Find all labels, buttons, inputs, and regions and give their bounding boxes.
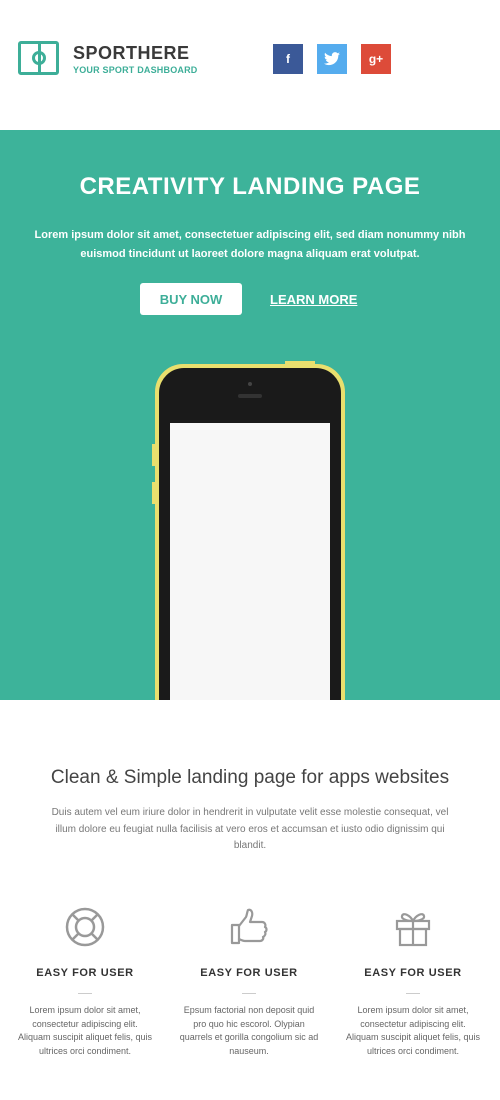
phone-mockup bbox=[152, 361, 345, 700]
feature-text: Lorem ipsum dolor sit amet, consectetur … bbox=[17, 1005, 153, 1056]
feature-title: EASY FOR USER bbox=[200, 967, 298, 979]
feature-card: EASY FOR USER Lorem ipsum dolor sit amet… bbox=[15, 905, 155, 1058]
section-text: Duis autem vel eum iriure dolor in hendr… bbox=[51, 807, 449, 851]
learn-more-link[interactable]: LEARN MORE bbox=[270, 283, 357, 315]
brand-name[interactable]: SPORTHERE bbox=[73, 43, 190, 64]
gift-icon bbox=[395, 913, 431, 947]
feature-card: EASY FOR USER Epsum factorial non deposi… bbox=[179, 905, 319, 1058]
hero-title: CREATIVITY LANDING PAGE bbox=[79, 173, 421, 200]
hero-text: Lorem ipsum dolor sit amet, consectetuer… bbox=[34, 229, 466, 260]
feature-text: Epsum factorial non deposit quid pro quo… bbox=[179, 1005, 319, 1056]
brand-tagline: YOUR SPORT DASHBOARD bbox=[73, 65, 198, 75]
divider bbox=[242, 993, 256, 994]
lifebuoy-icon bbox=[65, 907, 105, 947]
header: SPORTHERE YOUR SPORT DASHBOARD f g+ bbox=[0, 0, 500, 130]
divider bbox=[78, 993, 92, 994]
facebook-icon[interactable]: f bbox=[273, 44, 303, 74]
buy-now-button[interactable]: BUY NOW bbox=[140, 283, 242, 315]
thumbs-up-icon bbox=[230, 908, 268, 945]
feature-card: EASY FOR USER Lorem ipsum dolor sit amet… bbox=[343, 905, 483, 1058]
speaker-icon bbox=[238, 394, 262, 398]
feature-title: EASY FOR USER bbox=[36, 967, 134, 979]
logo-icon[interactable] bbox=[18, 41, 59, 75]
divider bbox=[406, 993, 420, 994]
feature-text: Lorem ipsum dolor sit amet, consectetur … bbox=[345, 1005, 481, 1056]
twitter-icon[interactable] bbox=[317, 44, 347, 74]
camera-icon bbox=[248, 382, 252, 386]
hero-section: CREATIVITY LANDING PAGE Lorem ipsum dolo… bbox=[0, 130, 500, 700]
phone-screen bbox=[170, 423, 330, 700]
feature-title: EASY FOR USER bbox=[364, 967, 462, 979]
google-plus-icon[interactable]: g+ bbox=[361, 44, 391, 74]
section-title: Clean & Simple landing page for apps web… bbox=[50, 767, 450, 788]
